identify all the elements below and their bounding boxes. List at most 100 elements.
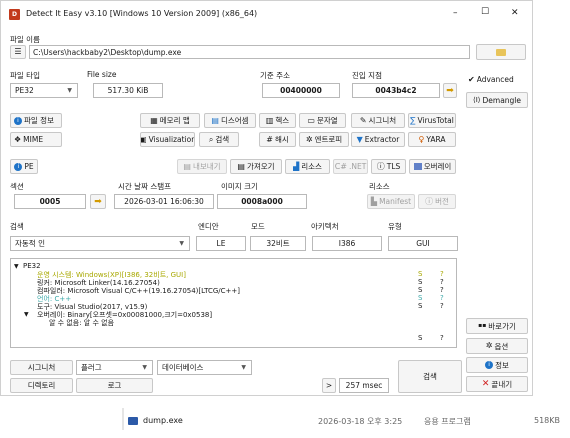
plugin-value: 플러그 xyxy=(81,363,102,372)
visualization-button[interactable]: ▣Visualization xyxy=(140,132,195,147)
import-button[interactable]: ▤ 가져오기 xyxy=(230,159,282,174)
entropy-button[interactable]: ✲ 엔트로피 xyxy=(299,132,349,147)
net-button[interactable]: C# .NET xyxy=(333,159,368,174)
export-label: 내보내기 xyxy=(192,162,221,171)
overlay-button[interactable]: 오버레이 xyxy=(409,159,456,174)
file-info-button[interactable]: i 파일 정보 xyxy=(10,113,62,128)
tls-label: TLS xyxy=(386,162,401,171)
advanced-checkbox-row[interactable]: ✔ Advanced xyxy=(468,75,514,84)
virustotal-button[interactable]: ∑ VirusTotal xyxy=(408,113,456,128)
manifest-button[interactable]: ▙ Manifest xyxy=(367,194,415,209)
version-label: 버전 xyxy=(435,197,449,206)
entry-point-field[interactable]: 0043b4c2 xyxy=(352,83,440,98)
scan-time-field: 257 msec xyxy=(339,378,389,393)
signatures-bottom-button[interactable]: 시그니처 xyxy=(10,360,73,375)
scan-mode-select[interactable]: 자동적 인 ▼ xyxy=(10,236,190,251)
resource-button[interactable]: ▟ 리소스 xyxy=(285,159,330,174)
signatures-button[interactable]: ✎ 시그니처 xyxy=(351,113,405,128)
help-flag-language[interactable]: ? xyxy=(440,294,444,302)
log-label: 로그 xyxy=(107,381,122,390)
arrow-right-icon: ➡ xyxy=(94,196,102,207)
database-select[interactable]: 데이터베이스 ▼ xyxy=(157,360,252,375)
search-tool-button[interactable]: ⌕ 검색 xyxy=(199,132,239,147)
explorer-file-row[interactable]: dump.exe 2026-03-18 오후 3:25 응용 프로그램 518K… xyxy=(0,408,570,438)
file-menu-button[interactable]: ☰ xyxy=(10,45,26,59)
base-address-field[interactable]: 00400000 xyxy=(262,83,340,98)
section-follow-button[interactable]: ➡ xyxy=(90,194,106,209)
file-type-select[interactable]: PE32 ▼ xyxy=(10,83,78,98)
plugin-select[interactable]: 플러그 ▼ xyxy=(76,360,153,375)
sig-flag-overlay[interactable]: S xyxy=(418,334,422,342)
strings-button[interactable]: ▭ 문자열 xyxy=(299,113,346,128)
folder-icon xyxy=(496,48,506,56)
about-button[interactable]: i 정보 xyxy=(466,357,528,373)
export-button[interactable]: ▤ 내보내기 xyxy=(177,159,227,174)
pe-button[interactable]: i PE xyxy=(10,159,38,174)
log-button[interactable]: 로그 xyxy=(76,378,153,393)
memory-icon: ▦ xyxy=(150,115,158,125)
exit-label: 끝내기 xyxy=(491,379,513,389)
database-value: 데이터베이스 xyxy=(162,363,204,372)
open-file-button[interactable] xyxy=(476,44,526,60)
version-button[interactable]: ⓘ 버전 xyxy=(418,194,456,209)
entry-point-follow-button[interactable]: ➡ xyxy=(443,83,457,98)
scan-button-label: 검색 xyxy=(423,372,437,381)
demangle-label: Demangle xyxy=(482,95,522,105)
extractor-button[interactable]: ▼ Extractor xyxy=(351,132,405,147)
minimize-button[interactable]: – xyxy=(453,8,458,18)
file-name-label: 파일 이름 xyxy=(10,35,40,44)
timestamp-field: 2026-03-01 16:06:30 xyxy=(114,194,214,209)
file-path-input[interactable]: C:\Users\hackbaby2\Desktop\dump.exe xyxy=(29,45,470,59)
mime-icon: ❖ xyxy=(14,134,22,144)
sig-flag-language[interactable]: S xyxy=(418,294,422,302)
goto-button[interactable]: ▪▪ 바로가기 xyxy=(466,318,528,334)
sig-flag-compiler[interactable]: S xyxy=(418,286,422,294)
mime-button[interactable]: ❖ MIME xyxy=(10,132,62,147)
help-flag-compiler[interactable]: ? xyxy=(440,286,444,294)
info-icon: i xyxy=(14,162,23,171)
tree-overlay-expander-icon[interactable]: ▼ xyxy=(24,311,29,318)
hash-button[interactable]: # 해시 xyxy=(259,132,296,147)
scan-button[interactable]: 검색 xyxy=(398,360,462,393)
manifest-label: Manifest xyxy=(379,197,412,206)
app-logo-icon: D xyxy=(9,9,20,20)
maximize-button[interactable]: ☐ xyxy=(481,7,489,17)
close-icon: ✕ xyxy=(481,379,490,389)
hex-button[interactable]: ▥ 헥스 xyxy=(259,113,296,128)
exit-button[interactable]: ✕ 끝내기 xyxy=(466,376,528,392)
file-type-value: PE32 xyxy=(15,86,34,95)
more-button[interactable]: > xyxy=(322,378,336,393)
help-flag-os[interactable]: ? xyxy=(440,270,444,278)
extractor-icon: ▼ xyxy=(356,134,363,144)
info-icon: ⓘ xyxy=(376,161,385,171)
yara-button[interactable]: ♀ YARA xyxy=(408,132,456,147)
chevron-down-icon: ▼ xyxy=(142,364,147,371)
directory-button[interactable]: 디렉토리 xyxy=(10,378,73,393)
entry-point-label: 진입 지점 xyxy=(352,71,382,80)
disasm-button[interactable]: ▤ 디스어셈 xyxy=(204,113,256,128)
demangle-button[interactable]: ⟨I⟩ Demangle xyxy=(466,92,528,108)
entropy-label: 엔트로피 xyxy=(314,135,343,144)
sig-flag-os[interactable]: S xyxy=(418,270,422,278)
close-button[interactable]: ✕ xyxy=(511,8,519,18)
chevron-down-icon: ▼ xyxy=(241,364,246,371)
disasm-label: 디스어셈 xyxy=(220,116,249,125)
tls-button[interactable]: ⓘ TLS xyxy=(371,159,406,174)
sig-flag-linker[interactable]: S xyxy=(418,278,422,286)
net-label: .NET xyxy=(348,162,367,171)
endian-label: 엔디안 xyxy=(198,222,219,231)
explorer-file-date: 2026-03-18 오후 3:25 xyxy=(318,417,403,426)
options-button[interactable]: ✲ 옵션 xyxy=(466,338,528,354)
signature-icon: ✎ xyxy=(359,115,367,125)
help-flag-overlay[interactable]: ? xyxy=(440,334,444,342)
disasm-icon: ▤ xyxy=(211,115,219,125)
help-flag-linker[interactable]: ? xyxy=(440,278,444,286)
tree-root-expander-icon[interactable]: ▼ xyxy=(14,263,19,270)
section-count-field[interactable]: 0005 xyxy=(14,194,86,209)
resource-label: 리소스 xyxy=(301,162,322,171)
memory-map-button[interactable]: ▦ 메모리 맵 xyxy=(140,113,200,128)
search-icon: ⌕ xyxy=(208,134,214,144)
memory-map-label: 메모리 맵 xyxy=(159,116,190,125)
help-flag-tool[interactable]: ? xyxy=(440,302,444,310)
sig-flag-tool[interactable]: S xyxy=(418,302,422,310)
